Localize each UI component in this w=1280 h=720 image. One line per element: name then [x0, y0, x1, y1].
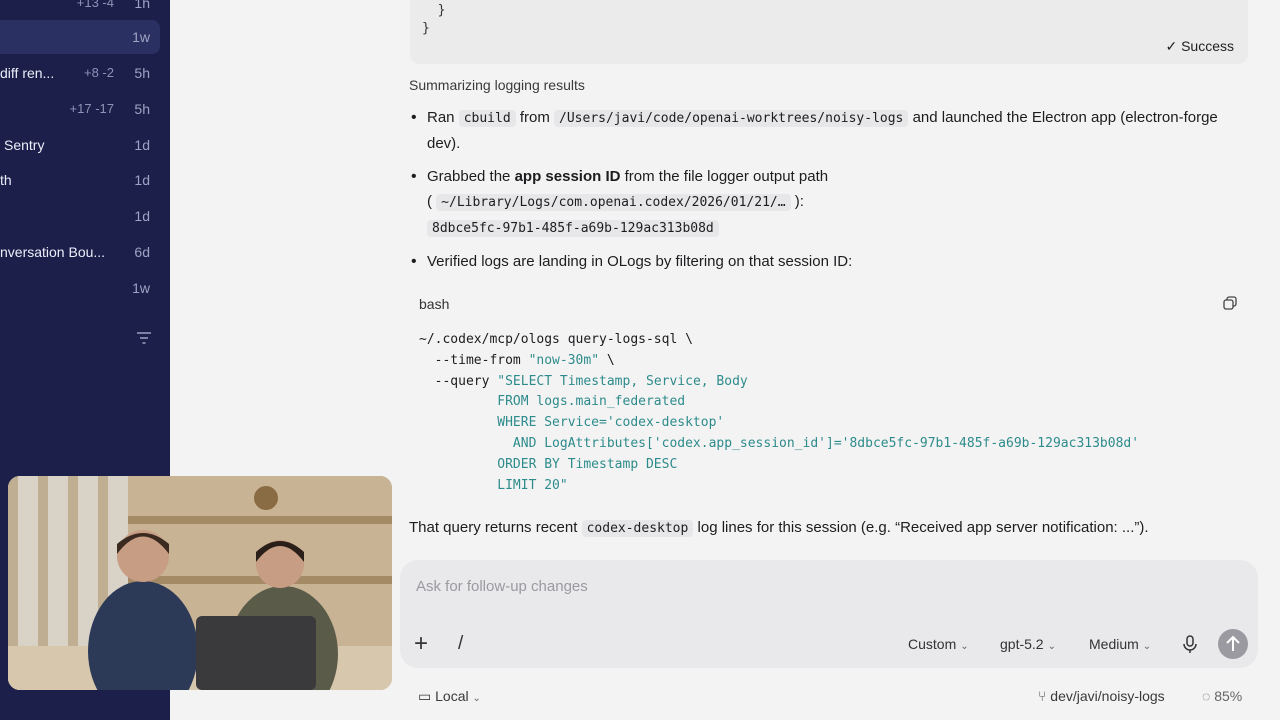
thread-age: 1d	[134, 208, 150, 224]
chevron-down-icon: ⌄	[960, 641, 969, 652]
thread-title: nversation Bou...	[0, 244, 106, 260]
microphone-icon[interactable]	[1180, 634, 1200, 654]
branch-indicator[interactable]: ⑂ dev/javi/noisy-logs	[1038, 688, 1165, 704]
thread-age: 1h	[134, 0, 150, 11]
effort-dropdown[interactable]: Medium ⌄	[1089, 636, 1151, 652]
thread-age: 5h	[134, 101, 150, 117]
status-bar: ▭ Local ⌄ ⑂ dev/javi/noisy-logs ◌ 85%	[400, 686, 1258, 706]
effort-label: Medium	[1089, 636, 1139, 652]
sidebar-thread-item[interactable]: Sentry 1d	[0, 128, 160, 162]
sidebar-thread-item[interactable]: 1d	[0, 199, 160, 233]
code-line: ~/.codex/mcp/ologs query-logs-sql \	[419, 332, 693, 347]
mode-dropdown[interactable]: Custom ⌄	[908, 636, 969, 652]
send-button[interactable]	[1218, 629, 1248, 659]
context-usage: ◌ 85%	[1202, 688, 1242, 704]
model-dropdown[interactable]: gpt-5.2 ⌄	[1000, 636, 1056, 652]
thread-title: diff ren...	[0, 65, 55, 81]
status-badge: ✓ Success	[1165, 38, 1234, 54]
slash-command-button[interactable]: /	[458, 633, 463, 655]
tool-output-block: } } ✓ Success	[410, 0, 1248, 64]
sidebar-thread-item-active[interactable]: 1w	[0, 20, 160, 54]
thread-title: Sentry	[4, 137, 45, 153]
thread-age: 1w	[132, 29, 150, 45]
mode-label: Custom	[908, 636, 957, 652]
chevron-down-icon: ⌄	[1142, 641, 1152, 652]
composer: + / Custom⌄ gpt-5.2⌄ Medium⌄	[400, 560, 1258, 668]
thread-age: 5h	[134, 65, 150, 81]
text: from	[519, 109, 550, 126]
code-string: WHERE Service='codex-desktop'	[419, 415, 725, 431]
summary-list: Ran cbuild from /Users/javi/code/openai-…	[409, 105, 1249, 282]
text: Ran	[427, 109, 455, 126]
add-attachment-button[interactable]: +	[414, 632, 436, 656]
list-item: Grabbed the app session ID from the file…	[409, 164, 1249, 241]
copy-icon[interactable]	[1223, 296, 1237, 310]
sidebar-thread-item[interactable]: nversation Bou... 6d	[0, 235, 160, 269]
inline-code: /Users/javi/code/openai-worktrees/noisy-…	[554, 110, 909, 127]
inline-code: cbuild	[458, 110, 516, 127]
code-string: "SELECT Timestamp, Service, Body	[497, 373, 748, 389]
text: log lines for this session (e.g. “Receiv…	[697, 519, 1149, 536]
thread-diff-stats: +8 -2	[84, 65, 114, 80]
code-content: ~/.codex/mcp/ologs query-logs-sql \ --ti…	[419, 330, 1139, 496]
sidebar-thread-item[interactable]: 1w	[0, 271, 160, 305]
code-string: FROM logs.main_federated	[419, 394, 686, 410]
thread-age: 1d	[134, 137, 150, 153]
model-label: gpt-5.2	[1000, 636, 1044, 652]
code-string: ORDER BY Timestamp DESC	[419, 456, 678, 472]
code-string: LIMIT 20"	[419, 477, 568, 493]
arrow-up-icon	[1226, 635, 1240, 651]
thread-age: 1w	[132, 280, 150, 296]
text: ):	[794, 193, 804, 210]
environment-selector[interactable]: ▭ Local ⌄	[418, 688, 481, 705]
bold-text: app session ID	[514, 168, 621, 185]
chevron-down-icon: ⌄	[472, 693, 481, 704]
environment-label: Local	[435, 688, 469, 704]
code-string: "now-30m"	[528, 352, 600, 368]
sidebar-thread-item[interactable]: th 1d	[0, 163, 160, 197]
laptop-icon: ▭	[418, 688, 432, 704]
text: Grabbed the	[427, 168, 511, 185]
context-percent: 85%	[1214, 688, 1243, 704]
code-block: bash ~/.codex/mcp/ologs query-logs-sql \…	[409, 285, 1249, 510]
follow-up-input[interactable]	[414, 574, 1238, 598]
inline-code: ~/Library/Logs/com.openai.codex/2026/01/…	[436, 194, 791, 211]
code-flag: --query	[419, 373, 498, 389]
filter-icon[interactable]	[136, 331, 152, 345]
thread-age: 6d	[134, 244, 150, 260]
summary-conclusion: That query returns recent codex-desktop …	[409, 518, 1149, 539]
code-line-end: \	[599, 352, 615, 368]
inline-code: 8dbce5fc-97b1-485f-a69b-129ac313b08d	[427, 220, 719, 237]
summary-title: Summarizing logging results	[409, 77, 585, 93]
thread-diff-stats: +13 -4	[76, 0, 114, 10]
thread-diff-stats: +17 -17	[69, 101, 114, 116]
sidebar-thread-item[interactable]: +13 -4 1h	[0, 0, 160, 20]
chevron-down-icon: ⌄	[1047, 641, 1056, 652]
thread-age: 1d	[134, 172, 150, 188]
sidebar-thread-item[interactable]: +17 -17 5h	[0, 92, 160, 126]
text: from the file logger output path	[624, 168, 829, 185]
text: Verified logs are landing in OLogs by fi…	[427, 253, 853, 270]
code-string: AND LogAttributes['codex.app_session_id'…	[419, 435, 1140, 451]
branch-icon: ⑂	[1038, 688, 1047, 704]
thread-title: th	[0, 172, 12, 188]
list-item: Verified logs are landing in OLogs by fi…	[409, 249, 1249, 274]
tool-output-code: } }	[422, 3, 446, 36]
inline-code: codex-desktop	[581, 520, 694, 537]
code-language-label: bash	[419, 296, 450, 312]
webcam-overlay	[8, 476, 392, 690]
list-item: Ran cbuild from /Users/javi/code/openai-…	[409, 105, 1249, 156]
text: That query returns recent	[409, 519, 578, 536]
text: (	[427, 193, 432, 210]
sidebar-thread-item[interactable]: diff ren... +8 -2 5h	[0, 56, 160, 90]
code-flag: --time-from	[419, 352, 529, 368]
branch-name: dev/javi/noisy-logs	[1050, 688, 1165, 704]
webcam-video	[8, 476, 392, 690]
progress-ring-icon: ◌	[1202, 688, 1211, 704]
